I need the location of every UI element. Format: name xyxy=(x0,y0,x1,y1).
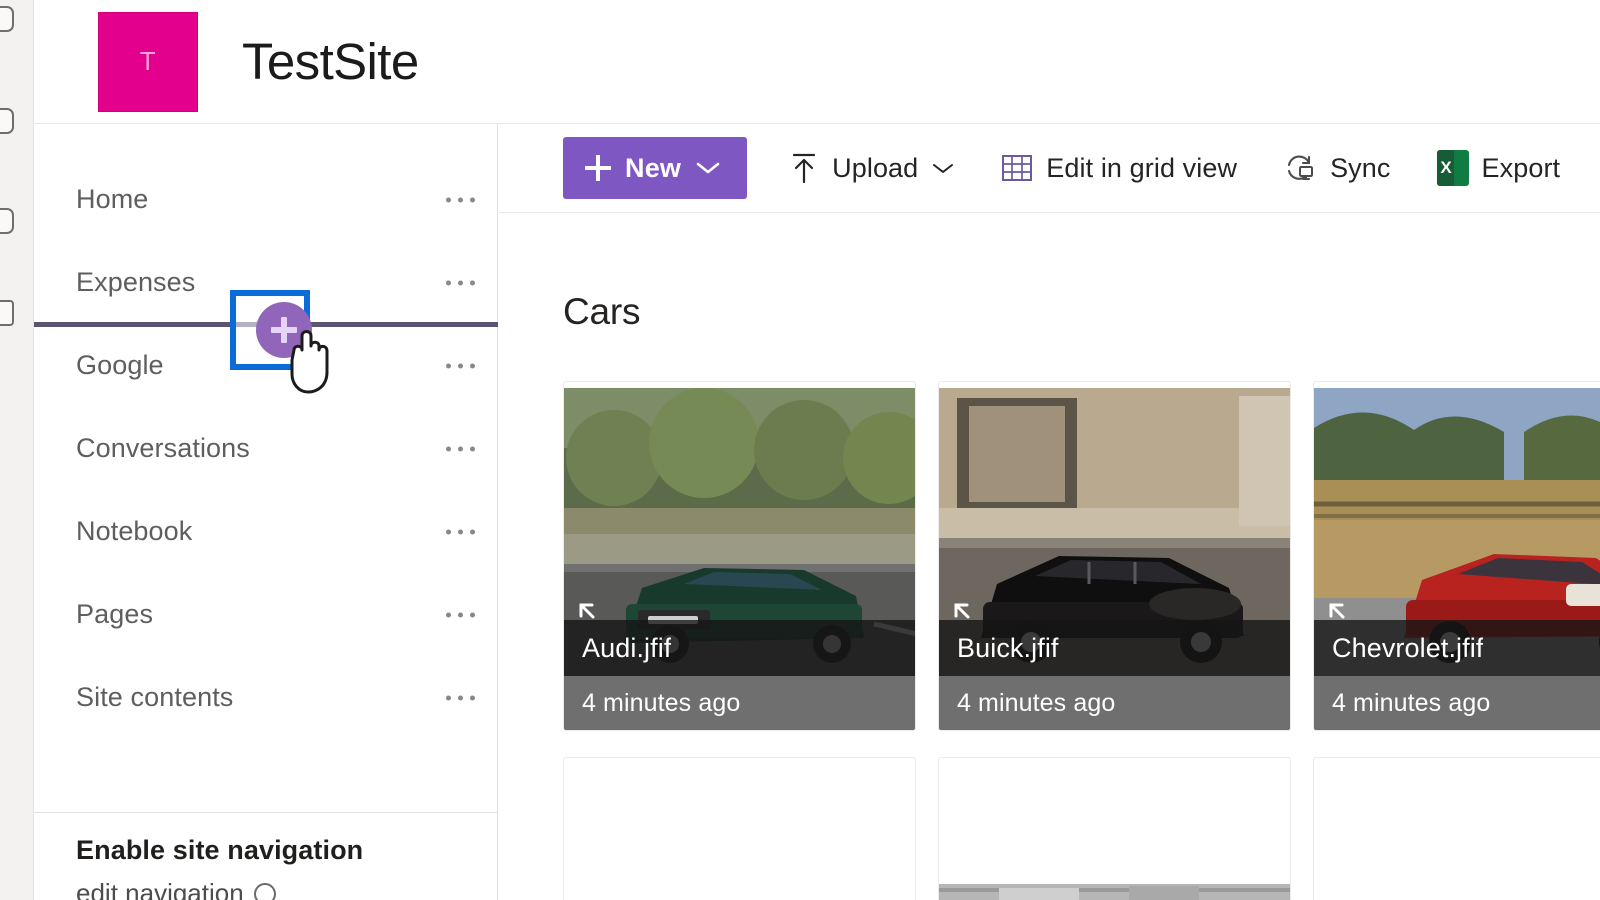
file-modified: 4 minutes ago xyxy=(957,688,1116,717)
file-name-bar: Chevrolet.jfif xyxy=(1314,620,1600,676)
sidebar-item-label: Home xyxy=(76,184,149,214)
site-navigation-sidebar: Home Expenses Google Conversations Noteb… xyxy=(34,124,498,900)
app-rail-icon-2[interactable] xyxy=(0,108,14,134)
file-card[interactable] xyxy=(938,757,1291,900)
upload-button[interactable]: Upload xyxy=(773,137,971,199)
file-name: Audi.jfif xyxy=(582,632,672,663)
sidebar-item-label: Expenses xyxy=(76,267,196,297)
sidebar-item-more-icon[interactable] xyxy=(446,197,475,202)
sidebar-item-pages[interactable]: Pages xyxy=(34,573,497,656)
sharepoint-document-library-page: T TestSite Home Expenses Google Conversa… xyxy=(0,0,1600,900)
edit-in-grid-view-label: Edit in grid view xyxy=(1046,152,1238,183)
plus-icon xyxy=(585,155,611,181)
new-button-label: New xyxy=(625,152,682,183)
app-rail-icon-1[interactable] xyxy=(0,6,14,32)
file-card[interactable]: Audi.jfif 4 minutes ago xyxy=(563,381,916,731)
app-rail-icon-4[interactable] xyxy=(0,300,14,326)
file-name-bar: Buick.jfif xyxy=(939,620,1290,676)
enable-site-navigation-title: Enable site navigation xyxy=(76,835,364,865)
info-icon xyxy=(253,882,276,900)
upload-icon xyxy=(793,153,816,184)
file-meta-bar: 4 minutes ago xyxy=(1314,676,1600,730)
sidebar-item-more-icon[interactable] xyxy=(446,280,475,285)
sidebar-item-site-contents[interactable]: Site contents xyxy=(34,656,497,739)
file-thumbnail xyxy=(939,764,1290,900)
file-card[interactable]: Buick.jfif 4 minutes ago xyxy=(938,381,1291,731)
file-card[interactable]: Chevrolet.jfif 4 minutes ago xyxy=(1313,381,1600,731)
export-label: Export xyxy=(1481,152,1561,183)
site-title[interactable]: TestSite xyxy=(242,36,419,87)
file-meta-bar: 4 minutes ago xyxy=(564,676,915,730)
sidebar-item-more-icon[interactable] xyxy=(446,529,475,534)
sidebar-item-label: Notebook xyxy=(76,516,193,546)
sidebar-item-more-icon[interactable] xyxy=(446,612,475,617)
file-name: Buick.jfif xyxy=(957,632,1059,663)
file-thumbnail xyxy=(1314,764,1600,900)
site-logo-letter: T xyxy=(139,46,157,76)
file-modified: 4 minutes ago xyxy=(1332,688,1491,717)
file-meta-bar: 4 minutes ago xyxy=(939,676,1290,730)
site-logo[interactable]: T xyxy=(98,11,198,112)
sidebar-item-label: Google xyxy=(76,350,164,380)
sidebar-item-label: Pages xyxy=(76,599,154,629)
enable-site-navigation-section: Enable site navigation edit navigation xyxy=(34,812,498,900)
sidebar-item-more-icon[interactable] xyxy=(446,695,475,700)
file-name-bar: Audi.jfif xyxy=(564,620,915,676)
command-bar: New Upload Edit in grid view Sync X Expo… xyxy=(499,124,1600,213)
excel-icon: X xyxy=(1436,150,1469,186)
nav-list: Home Expenses Google Conversations Noteb… xyxy=(34,124,498,739)
sidebar-item-label: Conversations xyxy=(76,433,250,463)
app-rail xyxy=(0,0,34,900)
new-button[interactable]: New xyxy=(563,137,748,199)
sidebar-item-notebook[interactable]: Notebook xyxy=(34,490,497,573)
enable-site-navigation-subtitle-text: edit navigation xyxy=(76,878,244,900)
sidebar-item-home[interactable]: Home xyxy=(34,158,497,241)
grid-icon xyxy=(1002,155,1033,181)
file-modified: 4 minutes ago xyxy=(582,688,741,717)
upload-label: Upload xyxy=(832,152,919,183)
file-card[interactable] xyxy=(1313,757,1600,900)
edit-in-grid-view-button[interactable]: Edit in grid view xyxy=(985,137,1253,199)
file-name: Chevrolet.jfif xyxy=(1332,632,1484,663)
sidebar-item-more-icon[interactable] xyxy=(446,446,475,451)
site-header: T TestSite xyxy=(34,0,1600,124)
sync-button[interactable]: Sync xyxy=(1267,137,1406,199)
file-card-grid: Audi.jfif 4 minutes ago Buick.jfif 4 min… xyxy=(563,381,1600,900)
chevron-down-icon xyxy=(933,164,954,173)
sidebar-item-label: Site contents xyxy=(76,682,234,712)
chevron-down-icon xyxy=(696,162,720,174)
sync-label: Sync xyxy=(1330,152,1391,183)
sidebar-item-conversations[interactable]: Conversations xyxy=(34,407,497,490)
document-library-content: Cars Audi.jfif 4 minutes ago Buick.jfif … xyxy=(499,213,1600,900)
enable-site-navigation-subtitle[interactable]: edit navigation xyxy=(76,878,498,900)
export-button[interactable]: X Export xyxy=(1421,137,1577,199)
file-thumbnail xyxy=(564,764,915,900)
sidebar-item-more-icon[interactable] xyxy=(446,363,475,368)
page-title: Cars xyxy=(563,291,641,332)
sync-icon xyxy=(1288,155,1314,180)
app-rail-icon-3[interactable] xyxy=(0,208,14,234)
file-card[interactable] xyxy=(563,757,916,900)
mouse-cursor-hand-icon xyxy=(290,330,329,394)
